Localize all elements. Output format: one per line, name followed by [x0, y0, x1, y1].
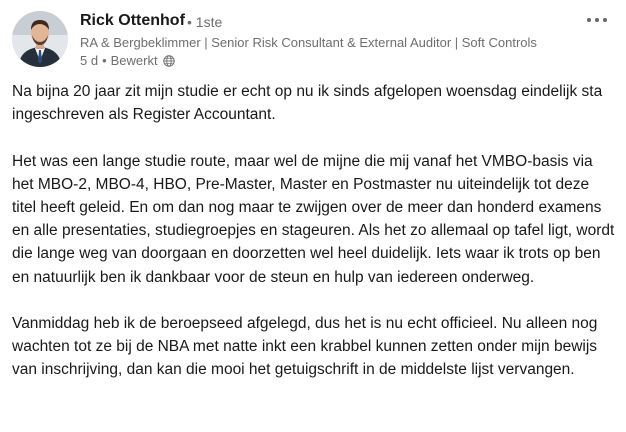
author-headline[interactable]: RA & Bergbeklimmer | Senior Risk Consult…	[80, 35, 568, 50]
avatar[interactable]	[12, 11, 68, 67]
linkedin-post: Rick Ottenhof • 1ste RA & Bergbeklimmer …	[0, 0, 626, 432]
more-dot-icon	[595, 18, 599, 22]
post-time: 5 d	[80, 53, 99, 68]
more-dot-icon	[603, 18, 607, 22]
post-paragraph-2: Het was een lange studie route, maar wel…	[12, 152, 615, 286]
globe-icon	[162, 54, 175, 67]
post-meta: 5 d • Bewerkt	[80, 53, 175, 68]
connection-degree: • 1ste	[187, 14, 223, 30]
post-paragraph-3: Vanmiddag heb ik de beroepseed afgelegd,…	[12, 315, 598, 379]
avatar-photo	[12, 11, 68, 67]
more-options-button[interactable]	[582, 10, 612, 30]
post-paragraph-1: Na bijna 20 jaar zit mijn studie er echt…	[12, 83, 603, 124]
author-name[interactable]: Rick Ottenhof	[80, 12, 185, 30]
meta-separator: •	[102, 53, 107, 68]
edited-label: Bewerkt	[110, 53, 158, 68]
post-body: Na bijna 20 jaar zit mijn studie er echt…	[12, 80, 616, 405]
more-dot-icon	[587, 18, 591, 22]
